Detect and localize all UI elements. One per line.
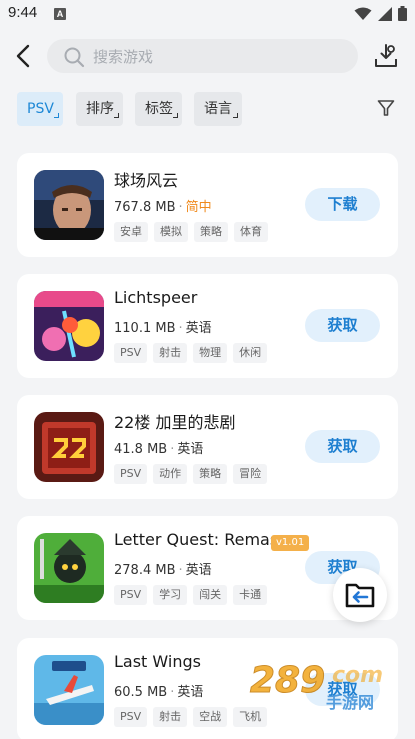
top-bar: 搜索游戏 [0, 28, 415, 84]
notification-icon: A [54, 8, 66, 20]
status-time: 9:44 [8, 4, 38, 21]
game-size: 110.1 MB [114, 321, 176, 336]
tag: PSV [114, 585, 148, 605]
game-language: 英语 [177, 442, 204, 457]
watermark-site: 手游网 [326, 693, 374, 712]
chevron-down-icon [54, 113, 59, 118]
folder-arrow-icon [345, 583, 375, 608]
game-tags: 安卓 模拟 策略 体育 [114, 222, 268, 242]
game-card[interactable]: Lichtspeer 110.1 MB · 英语 PSV 射击 物理 休闲 获取 [17, 274, 398, 378]
game-meta: 41.8 MB · 英语 [114, 442, 204, 457]
tag: 模拟 [154, 222, 188, 242]
game-size: 278.4 MB [114, 563, 176, 578]
game-title: Letter Quest: Remas [114, 530, 279, 549]
back-arrow-icon[interactable] [12, 42, 34, 70]
game-meta: 767.8 MB · 简中 [114, 200, 212, 215]
tag: 动作 [153, 464, 188, 484]
chevron-down-icon [233, 113, 238, 118]
game-tags: PSV 射击 物理 休闲 [114, 343, 268, 363]
game-size: 60.5 MB [114, 685, 168, 700]
game-card[interactable]: 球场风云 767.8 MB · 简中 安卓 模拟 策略 体育 下载 [17, 153, 398, 257]
game-language: 简中 [185, 200, 212, 215]
tag: PSV [114, 707, 148, 727]
status-icons [354, 6, 407, 21]
game-title: 22楼 加里的悲剧 [114, 413, 236, 432]
filter-row: PSV 排序 标签 语言 [0, 90, 415, 128]
watermark-number: 289 [250, 660, 325, 701]
version-badge: v1.01 [271, 535, 310, 551]
tag: 射击 [153, 343, 188, 363]
floating-folder-button[interactable] [333, 568, 387, 622]
tag: 闯关 [193, 585, 228, 605]
tag: 空战 [193, 707, 228, 727]
get-button[interactable]: 获取 [305, 309, 380, 342]
tag: 安卓 [114, 222, 148, 242]
game-tags: PSV 动作 策略 冒险 [114, 464, 268, 484]
get-button[interactable]: 获取 [305, 430, 380, 463]
game-card[interactable]: 22楼 加里的悲剧 41.8 MB · 英语 PSV 动作 策略 冒险 获取 [17, 395, 398, 499]
game-language: 英语 [185, 563, 212, 578]
filter-chip-sort[interactable]: 排序 [76, 92, 123, 126]
download-button[interactable]: 下载 [305, 188, 380, 221]
game-thumbnail [34, 655, 104, 725]
tag: PSV [114, 343, 148, 363]
game-tags: PSV 射击 空战 飞机 [114, 707, 268, 727]
filter-chip-tags[interactable]: 标签 [135, 92, 182, 126]
tag: 学习 [153, 585, 188, 605]
status-bar: 9:44 A [0, 0, 415, 28]
game-title: 球场风云 [114, 171, 179, 190]
tag: 射击 [153, 707, 188, 727]
game-thumbnail [34, 412, 104, 482]
game-meta: 278.4 MB · 英语 [114, 563, 212, 578]
game-meta: 110.1 MB · 英语 [114, 321, 212, 336]
filter-chip-label: 排序 [86, 101, 114, 117]
chevron-down-icon [173, 113, 178, 118]
game-title: Last Wings [114, 652, 201, 671]
game-language: 英语 [185, 321, 212, 336]
search-placeholder: 搜索游戏 [93, 48, 154, 66]
game-size: 767.8 MB [114, 200, 176, 215]
download-manager-icon[interactable] [372, 42, 400, 70]
wifi-icon [354, 7, 372, 20]
filter-chip-label: PSV [27, 101, 54, 117]
filter-funnel-icon[interactable] [377, 99, 395, 117]
game-meta: 60.5 MB · 英语 [114, 685, 204, 700]
site-watermark: 289 com 手游网 [248, 652, 408, 714]
tag: 策略 [193, 464, 228, 484]
battery-icon [398, 6, 407, 21]
game-tags: PSV 学习 闯关 卡通 [114, 585, 268, 605]
chevron-down-icon [114, 113, 119, 118]
game-thumbnail [34, 533, 104, 603]
tag: 卡通 [233, 585, 268, 605]
game-thumbnail [34, 170, 104, 240]
search-input[interactable]: 搜索游戏 [47, 39, 358, 73]
filter-chip-platform[interactable]: PSV [17, 92, 63, 126]
tag: 体育 [234, 222, 268, 242]
filter-chip-label: 语言 [204, 101, 232, 117]
tag: 物理 [193, 343, 228, 363]
game-size: 41.8 MB [114, 442, 168, 457]
game-thumbnail [34, 291, 104, 361]
watermark-domain: com [332, 663, 383, 688]
filter-chip-label: 标签 [145, 101, 173, 117]
tag: 策略 [194, 222, 228, 242]
filter-chip-language[interactable]: 语言 [194, 92, 242, 126]
search-icon [64, 47, 85, 68]
signal-icon [378, 6, 392, 21]
game-title: Lichtspeer [114, 288, 198, 307]
tag: PSV [114, 464, 148, 484]
tag: 冒险 [233, 464, 268, 484]
tag: 休闲 [233, 343, 268, 363]
game-language: 英语 [177, 685, 204, 700]
